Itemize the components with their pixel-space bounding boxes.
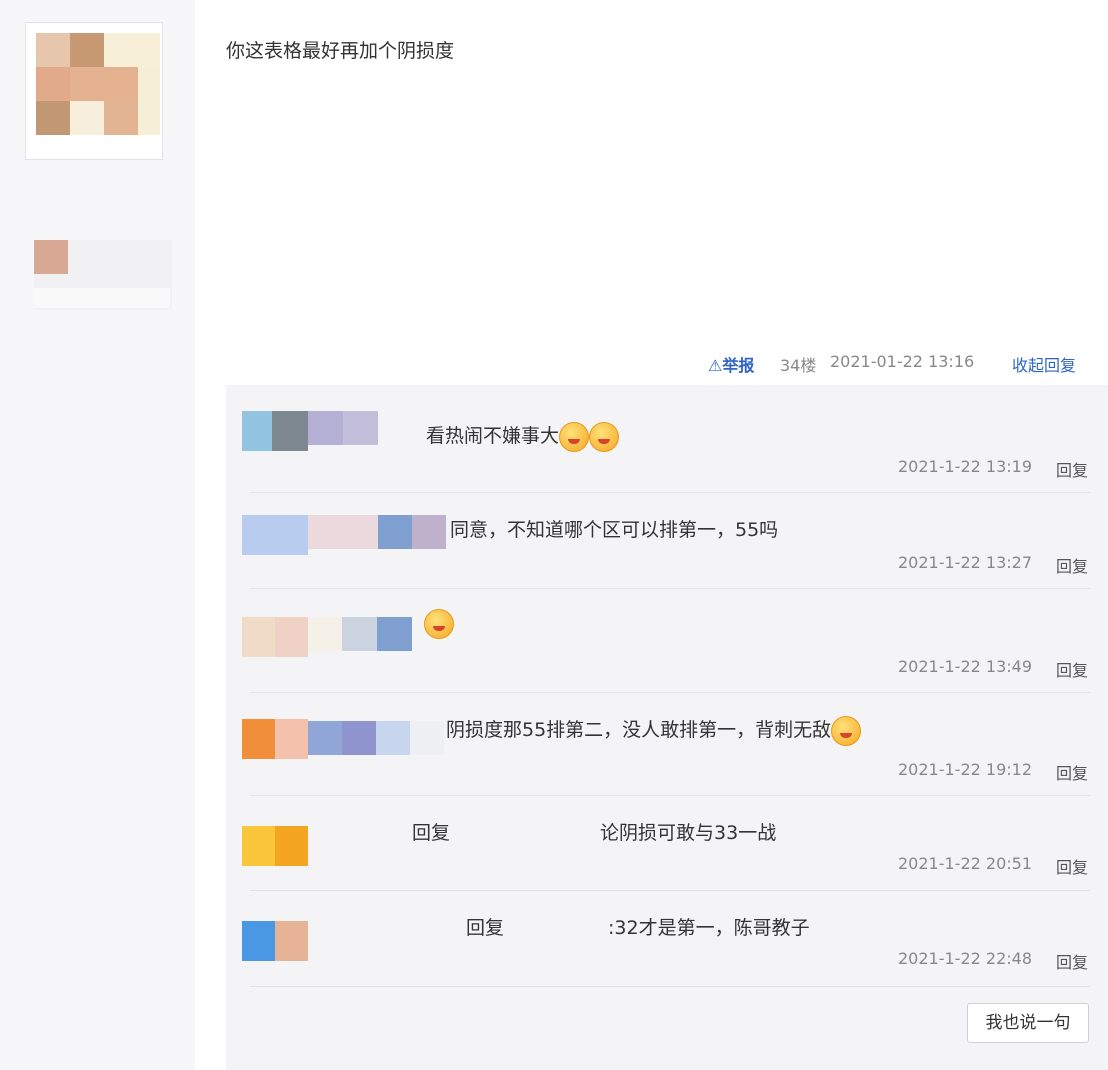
reply-item: 2021-1-22 13:49 回复 — [226, 589, 1108, 693]
reply-text: 回复:32才是第一，陈哥教子 — [466, 917, 810, 939]
reply-text — [424, 609, 454, 639]
reply-prefix: 回复 — [412, 822, 451, 844]
reply-timestamp: 2021-1-22 13:49 — [898, 657, 1032, 676]
reply-text: 回复 论阴损可敢与33一战 — [412, 822, 777, 844]
user-avatar[interactable] — [25, 22, 163, 160]
reply-avatar[interactable] — [242, 921, 308, 961]
reply-avatar[interactable] — [242, 719, 308, 759]
reply-avatar[interactable] — [242, 826, 308, 866]
user-info-column — [0, 0, 195, 1070]
reply-button[interactable]: 回复 — [1056, 657, 1088, 681]
reply-username[interactable] — [308, 411, 378, 445]
reply-button[interactable]: 回复 — [1056, 854, 1088, 878]
reply-item: 看热闹不嫌事大 2021-1-22 13:19 回复 — [226, 385, 1108, 493]
reply-username[interactable] — [308, 721, 444, 755]
reply-item: 回复:32才是第一，陈哥教子 2021-1-22 22:48 回复 — [226, 891, 1108, 987]
reply-item: 同意，不知道哪个区可以排第一，55吗 2021-1-22 13:27 回复 — [226, 493, 1108, 589]
post-meta: ⚠举报 34楼 2021-01-22 13:16 收起回复 — [0, 352, 1108, 378]
reply-item: 阴损度那55排第二，没人敢排第一，背刺无敌 2021-1-22 19:12 回复 — [226, 693, 1108, 796]
reply-avatar[interactable] — [242, 515, 308, 555]
smile-emoji-icon — [559, 421, 590, 452]
reply-timestamp: 2021-1-22 22:48 — [898, 949, 1032, 968]
reply-button[interactable]: 回复 — [1056, 457, 1088, 481]
laugh-emoji-icon — [424, 609, 454, 639]
reply-button[interactable]: 回复 — [1056, 760, 1088, 784]
reply-avatar[interactable] — [242, 411, 308, 451]
reply-timestamp: 2021-1-22 20:51 — [898, 854, 1032, 873]
report-link[interactable]: ⚠举报 — [708, 352, 754, 376]
reply-username[interactable] — [308, 617, 412, 651]
reply-text: 阴损度那55排第二，没人敢排第一，背刺无敌 — [446, 715, 862, 746]
reply-text: 看热闹不嫌事大 — [426, 421, 620, 452]
reply-button[interactable]: 回复 — [1056, 553, 1088, 577]
post-content: 你这表格最好再加个阴损度 — [226, 40, 455, 62]
collapse-replies-link[interactable]: 收起回复 — [1012, 352, 1076, 376]
warning-triangle-icon: ⚠ — [708, 356, 723, 375]
reply-item: 回复 论阴损可敢与33一战 2021-1-22 20:51 回复 — [226, 796, 1108, 891]
reply-prefix: 回复 — [466, 917, 505, 939]
smile-emoji-icon — [589, 421, 620, 452]
floor-number: 34楼 — [780, 356, 817, 375]
reply-text: 同意，不知道哪个区可以排第一，55吗 — [450, 519, 779, 541]
reply-button[interactable]: 回复 — [1056, 949, 1088, 973]
reply-timestamp: 2021-1-22 19:12 — [898, 760, 1032, 779]
reply-timestamp: 2021-1-22 13:27 — [898, 553, 1032, 572]
divider — [250, 986, 1090, 987]
reply-list: 看热闹不嫌事大 2021-1-22 13:19 回复 同意，不知道哪个区可以排第… — [226, 385, 1108, 1070]
laugh-emoji-icon — [831, 715, 862, 746]
reply-avatar[interactable] — [242, 617, 308, 657]
post-timestamp: 2021-01-22 13:16 — [830, 352, 975, 371]
say-something-button[interactable]: 我也说一句 — [967, 1003, 1089, 1043]
reply-timestamp: 2021-1-22 13:19 — [898, 457, 1032, 476]
user-level-badge — [34, 240, 172, 310]
reply-username[interactable] — [308, 515, 446, 549]
